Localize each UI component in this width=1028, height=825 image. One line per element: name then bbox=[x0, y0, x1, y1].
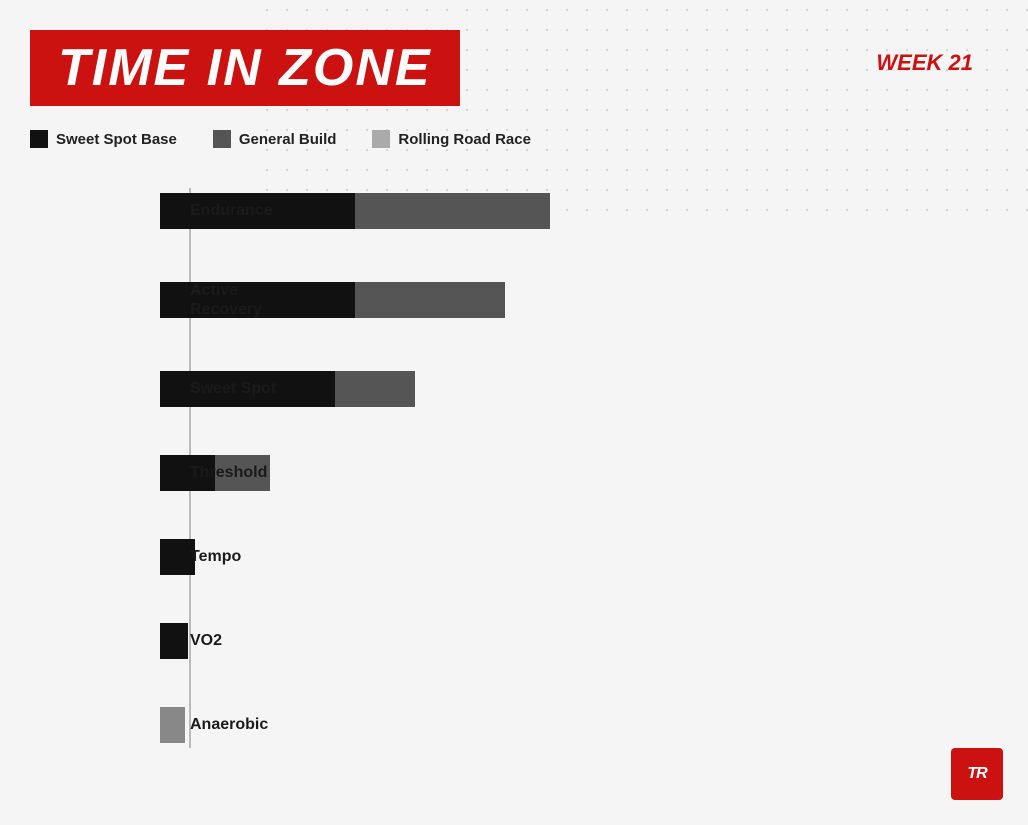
legend-label-sweet-spot-base: Sweet Spot Base bbox=[56, 131, 177, 148]
table-row: Threshold bbox=[160, 450, 988, 496]
row-label-threshold: Threshold bbox=[190, 463, 305, 482]
row-label-vo2: VO2 bbox=[190, 631, 305, 650]
page-title: TIME IN ZONE bbox=[58, 39, 432, 97]
table-row: Tempo bbox=[160, 534, 988, 580]
row-label-active-recovery: Active Recovery bbox=[190, 281, 305, 319]
bar-group-vo2 bbox=[160, 623, 188, 659]
bar-segment-gb bbox=[160, 707, 185, 743]
legend-item-sweet-spot-base: Sweet Spot Base bbox=[30, 130, 177, 148]
week-label: WEEK 21 bbox=[876, 50, 973, 76]
bar-segment-ssb bbox=[160, 623, 188, 659]
legend-item-rolling-road-race: Rolling Road Race bbox=[372, 130, 531, 148]
row-label-anaerobic: Anaerobic bbox=[190, 715, 305, 734]
table-row: VO2 bbox=[160, 618, 988, 664]
legend-label-general-build: General Build bbox=[239, 131, 337, 148]
legend-swatch-sweet-spot-base bbox=[30, 130, 48, 148]
legend-swatch-general-build bbox=[213, 130, 231, 148]
header-banner: TIME IN ZONE bbox=[30, 30, 460, 106]
bar-segment-gb bbox=[335, 371, 415, 407]
chart-container: Endurance Active Recovery Sweet Spot Thr… bbox=[30, 188, 988, 748]
table-row: Endurance bbox=[160, 188, 988, 234]
row-label-sweet-spot: Sweet Spot bbox=[190, 379, 305, 398]
tr-logo: TR bbox=[951, 748, 1003, 800]
table-row: Active Recovery bbox=[160, 272, 988, 328]
bar-segment-gb bbox=[355, 282, 505, 318]
row-label-tempo: Tempo bbox=[190, 547, 305, 566]
legend: Sweet Spot Base General Build Rolling Ro… bbox=[30, 130, 1028, 148]
bar-group-anaerobic bbox=[160, 707, 185, 743]
table-row: Anaerobic bbox=[160, 702, 988, 748]
bar-segment-gb bbox=[355, 193, 550, 229]
legend-swatch-rolling-road-race bbox=[372, 130, 390, 148]
table-row: Sweet Spot bbox=[160, 366, 988, 412]
legend-item-general-build: General Build bbox=[213, 130, 337, 148]
row-label-endurance: Endurance bbox=[190, 201, 305, 220]
tr-logo-text: TR bbox=[967, 765, 986, 783]
legend-label-rolling-road-race: Rolling Road Race bbox=[398, 131, 531, 148]
